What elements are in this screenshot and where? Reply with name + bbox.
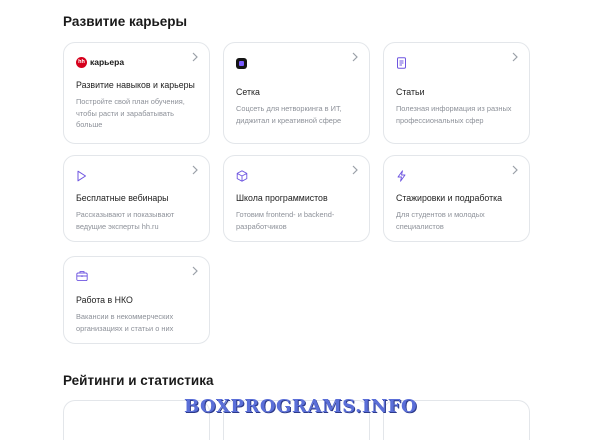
card-title: Работа в НКО — [76, 295, 133, 305]
chevron-right-icon — [512, 52, 518, 62]
brand-label: карьера — [90, 57, 125, 67]
card-description: Полезная информация из разных профессион… — [396, 104, 512, 125]
card-description: Постройте свой план обучения, чтобы раст… — [76, 97, 185, 130]
card-nko-jobs[interactable]: Работа в НКО Вакансии в некоммерческих о… — [63, 256, 210, 344]
lightning-icon — [397, 170, 406, 182]
card-title: Стажировки и подработка — [396, 193, 503, 203]
card-title: Школа программистов — [236, 193, 328, 203]
chevron-right-icon — [352, 165, 358, 175]
card-description: Готовим frontend- и backend-разработчико… — [236, 210, 335, 231]
chevron-right-icon — [352, 52, 358, 62]
chevron-right-icon — [192, 52, 198, 62]
card-description: Вакансии в некоммерческих организациях и… — [76, 312, 174, 333]
briefcase-icon — [76, 271, 88, 282]
card-description: Рассказывают и показывают ведущие экспер… — [76, 210, 175, 231]
card-title: Бесплатные вебинары — [76, 193, 169, 203]
watermark-text: BOXPROGRAMS.INFO — [184, 396, 418, 417]
brand-logo: hh карьера — [76, 55, 197, 69]
section-title-ratings: Рейтинги и статистика — [63, 373, 214, 388]
card-setka[interactable]: Сетка Соцсеть для нетворкинга в ИТ, дидж… — [223, 42, 370, 144]
document-icon — [397, 57, 406, 69]
card-webinars[interactable]: Бесплатные вебинары Рассказывают и показ… — [63, 155, 210, 242]
card-career-development[interactable]: hh карьера Развитие навыков и карьеры По… — [63, 42, 210, 144]
card-title: Статьи — [396, 87, 425, 97]
hh-logo-icon: hh — [76, 56, 87, 68]
cube-icon — [236, 170, 248, 182]
card-internships[interactable]: Стажировки и подработка Для студентов и … — [383, 155, 530, 242]
card-programmers-school[interactable]: Школа программистов Готовим frontend- и … — [223, 155, 370, 242]
setka-logo-icon — [236, 57, 247, 69]
chevron-right-icon — [512, 165, 518, 175]
chevron-right-icon — [192, 266, 198, 276]
card-title: Сетка — [236, 87, 260, 97]
card-description: Для студентов и молодых специалистов — [396, 210, 485, 231]
card-title: Развитие навыков и карьеры — [76, 80, 195, 90]
chevron-right-icon — [192, 165, 198, 175]
section-title-career: Развитие карьеры — [63, 14, 188, 29]
card-articles[interactable]: Статьи Полезная информация из разных про… — [383, 42, 530, 144]
card-description: Соцсеть для нетворкинга в ИТ, диджитал и… — [236, 104, 342, 125]
play-icon — [77, 170, 86, 182]
